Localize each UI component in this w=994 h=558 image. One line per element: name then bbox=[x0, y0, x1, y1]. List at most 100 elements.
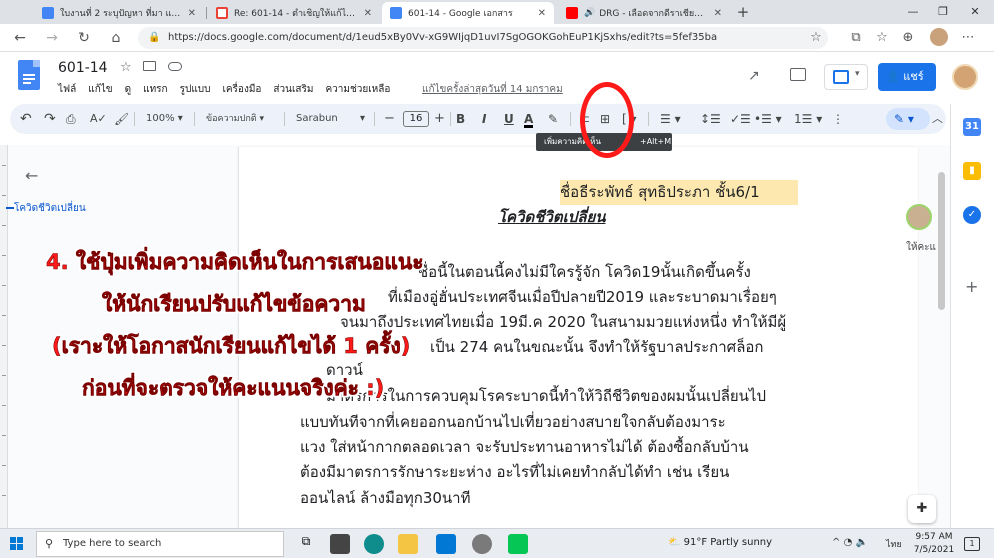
browser-profile-avatar[interactable] bbox=[930, 28, 948, 46]
favorites-icon[interactable]: ☆ bbox=[872, 28, 892, 48]
style-select[interactable]: ข้อความปกติ ▾ bbox=[206, 104, 264, 134]
calendar-icon[interactable]: 31 bbox=[963, 118, 981, 136]
browser-tab[interactable]: 🔊 DRG - เลือดจากดีราเชียน feat... ✕ bbox=[558, 2, 730, 24]
reload-icon[interactable]: ↻ bbox=[74, 28, 94, 48]
restore-icon[interactable]: ❐ bbox=[928, 2, 958, 22]
more-options-icon[interactable]: ⋮ bbox=[832, 104, 844, 134]
checklist-icon[interactable]: ✓☰ bbox=[730, 104, 751, 134]
browser-tab-active[interactable]: 601-14 - Google เอกสาร ✕ bbox=[382, 2, 554, 24]
menu-insert[interactable]: แทรก bbox=[143, 82, 167, 97]
font-select[interactable]: Sarabun ▾ bbox=[296, 104, 365, 134]
home-icon[interactable]: ⌂ bbox=[106, 28, 126, 48]
pencil-icon: ✎ bbox=[894, 112, 905, 126]
paragraph-line: มาตรการในการควบคุมโรคระบาดนี้ทำให้วิถีชี… bbox=[326, 387, 767, 405]
store-icon[interactable] bbox=[330, 534, 350, 554]
author-line: ชื่อธีระพัทธ์ สุทธิประภา ชั้น6/1 bbox=[560, 180, 798, 205]
close-icon[interactable]: ✕ bbox=[188, 8, 196, 19]
favorite-star-icon[interactable]: ☆ bbox=[806, 28, 826, 48]
browser-tab[interactable]: Re: 601-14 - ตำเชิญให้แก้ไข - piya... ✕ bbox=[208, 2, 380, 24]
line-spacing-icon[interactable]: ↕☰ bbox=[700, 104, 721, 134]
numbered-list-icon[interactable]: 1☰ ▾ bbox=[794, 104, 822, 134]
menu-view[interactable]: ดู bbox=[125, 82, 132, 97]
star-icon[interactable]: ☆ bbox=[120, 60, 132, 75]
print-icon[interactable]: ⎙ bbox=[66, 104, 76, 134]
tasks-icon[interactable]: ✓ bbox=[963, 206, 981, 224]
italic-button[interactable]: I bbox=[482, 104, 486, 134]
notification-center-icon[interactable]: 1 bbox=[964, 537, 980, 551]
more-menu-icon[interactable]: ⋯ bbox=[958, 28, 978, 48]
speaker-icon[interactable]: 🔊 bbox=[584, 8, 595, 18]
close-icon[interactable]: ✕ bbox=[538, 8, 546, 19]
close-icon[interactable]: ✕ bbox=[364, 8, 372, 19]
activity-dashboard-icon[interactable]: ↗ bbox=[748, 68, 760, 84]
add-addon-icon[interactable]: + bbox=[965, 277, 978, 296]
close-icon[interactable]: ✕ bbox=[714, 8, 722, 19]
menu-edit[interactable]: แก้ไข bbox=[88, 82, 112, 97]
close-outline-arrow-icon[interactable]: ← bbox=[25, 166, 38, 185]
editing-mode-button[interactable]: ✎ ▾ bbox=[886, 108, 930, 130]
minimize-icon[interactable]: — bbox=[898, 2, 928, 22]
font-size-increase-icon[interactable]: + bbox=[434, 104, 445, 134]
scrollbar-thumb[interactable] bbox=[938, 172, 945, 310]
highlight-pen-icon[interactable]: ✎ bbox=[548, 104, 558, 134]
last-edit-link[interactable]: แก้ไขครั้งล่าสุดวันที่ 14 มกราคม bbox=[422, 82, 563, 97]
browser-tab[interactable]: ใบงานที่ 2 ระบุปัญหา ที่มา แหล่งข้อมูล ✕ bbox=[34, 2, 204, 24]
outline-heading-item[interactable]: โควิดชีวิตเปลี่ยน bbox=[6, 201, 86, 216]
spellcheck-icon[interactable]: A✓ bbox=[90, 104, 107, 134]
new-tab-button[interactable]: + bbox=[734, 3, 752, 21]
collapse-menus-icon[interactable]: ︿ bbox=[932, 104, 943, 134]
bulleted-list-icon[interactable]: •☰ ▾ bbox=[754, 104, 782, 134]
menu-addons[interactable]: ส่วนเสริม bbox=[273, 82, 313, 97]
url-input[interactable]: 🔒 https://docs.google.com/document/d/1eu… bbox=[138, 27, 828, 49]
account-avatar[interactable] bbox=[952, 64, 978, 90]
add-comment-fab-icon[interactable]: ✚ bbox=[908, 495, 936, 523]
system-tray[interactable]: ^ ◔ 🔈 bbox=[832, 537, 868, 548]
line-icon[interactable] bbox=[508, 534, 528, 554]
forward-icon[interactable]: → bbox=[42, 28, 62, 48]
cloud-status-icon[interactable] bbox=[168, 62, 182, 71]
language-indicator[interactable]: ไทย bbox=[886, 537, 902, 551]
menu-tools[interactable]: เครื่องมือ bbox=[222, 82, 261, 97]
bold-button[interactable]: B bbox=[456, 104, 465, 134]
undo-icon[interactable]: ↶ bbox=[20, 104, 32, 134]
search-placeholder: Type here to search bbox=[63, 538, 162, 549]
menu-help[interactable]: ความช่วยเหลือ bbox=[325, 82, 390, 97]
redo-icon[interactable]: ↷ bbox=[44, 104, 56, 134]
clock[interactable]: 9:57 AM 7/5/2021 bbox=[912, 531, 956, 557]
task-view-icon[interactable]: ⧉ bbox=[296, 534, 316, 554]
taskbar-search-input[interactable]: ⚲ Type here to search bbox=[36, 531, 284, 557]
paragraph-line: ที่เมืองอู่ฮั่นประเทศจีนเมื่อปีปลายปี201… bbox=[388, 288, 777, 306]
menu-file[interactable]: ไฟล์ bbox=[58, 82, 76, 97]
docs-logo-icon[interactable] bbox=[18, 60, 40, 90]
comment-author-avatar[interactable] bbox=[906, 204, 932, 230]
mail-icon[interactable] bbox=[436, 534, 456, 554]
clock-date: 7/5/2021 bbox=[913, 545, 955, 555]
extensions-icon[interactable]: ⧉ bbox=[846, 28, 866, 48]
zoom-select[interactable]: 100% ▾ bbox=[146, 104, 183, 134]
font-size-input[interactable]: 16 bbox=[403, 111, 429, 127]
share-button[interactable]: 👤 แชร์ bbox=[878, 63, 936, 91]
weather-widget[interactable]: ⛅ 91°F Partly sunny bbox=[668, 537, 772, 548]
collections-icon[interactable]: ⊕ bbox=[898, 28, 918, 48]
app-icon[interactable] bbox=[472, 534, 492, 554]
paint-format-icon[interactable]: 🖌 bbox=[114, 104, 129, 134]
move-folder-icon[interactable] bbox=[143, 61, 156, 71]
align-left-icon[interactable]: ☰ ▾ bbox=[660, 104, 681, 134]
windows-start-icon[interactable] bbox=[10, 537, 24, 551]
menu-format[interactable]: รูปแบบ bbox=[180, 82, 211, 97]
volume-icon: 🔈 bbox=[855, 537, 868, 548]
comment-preview[interactable]: ให้คะแ bbox=[906, 240, 936, 255]
document-title[interactable]: 601-14 bbox=[58, 60, 108, 76]
keep-icon[interactable]: ▮ bbox=[963, 162, 981, 180]
text-color-button[interactable]: A bbox=[524, 104, 534, 134]
lock-icon[interactable]: 🔒 bbox=[148, 27, 160, 49]
file-explorer-icon[interactable] bbox=[398, 534, 418, 554]
underline-button[interactable]: U bbox=[504, 104, 514, 134]
close-window-icon[interactable]: ✕ bbox=[960, 2, 990, 22]
edge-icon[interactable] bbox=[364, 534, 384, 554]
chevron-down-icon: ▾ bbox=[855, 69, 860, 79]
comments-icon[interactable] bbox=[790, 68, 806, 81]
font-size-decrease-icon[interactable]: − bbox=[384, 104, 395, 134]
present-button[interactable]: ▾ bbox=[824, 64, 868, 90]
back-icon[interactable]: ← bbox=[10, 28, 30, 48]
